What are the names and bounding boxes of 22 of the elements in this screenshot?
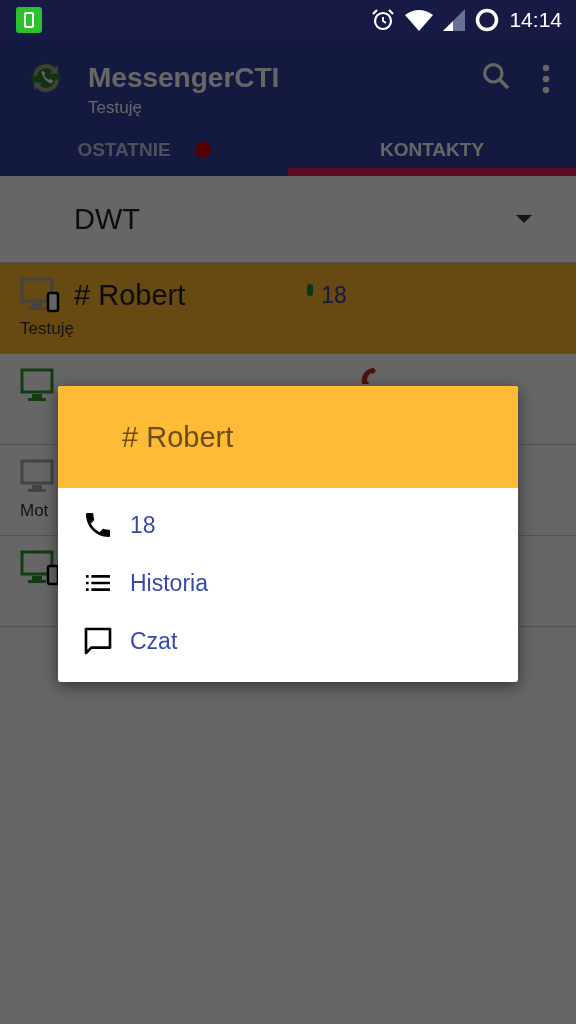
dialog-action[interactable]: Historia xyxy=(82,554,518,612)
contact-name: # Robert xyxy=(74,278,186,312)
tab[interactable]: KONTAKTY xyxy=(288,132,576,176)
dialog-action[interactable]: Czat xyxy=(82,612,518,670)
contact-row[interactable]: # Robert 18 Testuję xyxy=(0,263,576,354)
alarm-icon xyxy=(371,8,396,32)
contact-status: Mot xyxy=(20,501,50,521)
dropdown-arrow-icon xyxy=(516,215,532,223)
chat-bubble-icon xyxy=(82,625,114,657)
app-subtitle: Testuję xyxy=(88,98,143,118)
clock-time: 14:14 xyxy=(509,8,562,32)
contact-number: 18 xyxy=(321,281,347,309)
battery-icon xyxy=(475,8,500,32)
dialog-title: # Robert xyxy=(122,420,234,454)
signal-icon xyxy=(443,9,466,31)
contact-status: Testuję xyxy=(20,319,75,339)
search-icon[interactable] xyxy=(480,60,512,92)
app-title: MessengerCTI xyxy=(88,61,281,95)
more-options-icon[interactable] xyxy=(542,64,550,94)
dialog-action[interactable]: 18 xyxy=(82,496,518,554)
app-notification-icon xyxy=(16,7,42,33)
wifi-icon xyxy=(405,9,434,31)
